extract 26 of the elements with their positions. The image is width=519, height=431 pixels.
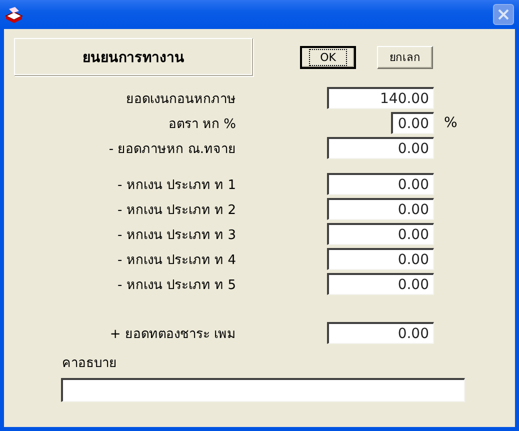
description-field[interactable]	[61, 378, 465, 402]
amount-field[interactable]: 0.00	[327, 322, 434, 344]
field-label: - หกเงน ประเภท ท 2	[116, 202, 236, 220]
field-label: - หกเงน ประเภท ท 5	[116, 276, 236, 294]
close-icon	[498, 9, 509, 20]
ok-button[interactable]: OK	[300, 46, 356, 68]
unit-label: %	[444, 115, 458, 131]
header-panel: ยนยนการทางาน	[14, 38, 253, 76]
amount-field[interactable]: 140.00	[327, 87, 434, 109]
cancel-button[interactable]: ยกเลก	[377, 46, 433, 68]
amount-field[interactable]: 0.00	[391, 112, 434, 134]
field-label: - หกเงน ประเภท ท 4	[116, 252, 236, 270]
field-label: - ยอดภาษหก ณ.ทจาย	[108, 140, 236, 158]
amount-field[interactable]: 0.00	[327, 223, 434, 245]
amount-field[interactable]: 0.00	[327, 173, 434, 195]
amount-field[interactable]: 0.00	[327, 248, 434, 270]
field-label: - หกเงน ประเภท ท 3	[116, 226, 236, 244]
amount-field[interactable]: 0.00	[327, 198, 434, 220]
field-label: อตรา หก %	[167, 116, 236, 134]
field-label: ยอดเงนกอนหกภาษ	[125, 90, 236, 108]
field-label: - หกเงน ประเภท ท 1	[116, 176, 236, 194]
field-label: + ยอดทตองชาระ เพม	[108, 326, 236, 344]
amount-field[interactable]: 0.00	[327, 273, 434, 295]
amount-field[interactable]: 0.00	[327, 137, 434, 159]
description-label: คาอธบาย	[62, 355, 118, 373]
app-icon	[5, 6, 23, 22]
